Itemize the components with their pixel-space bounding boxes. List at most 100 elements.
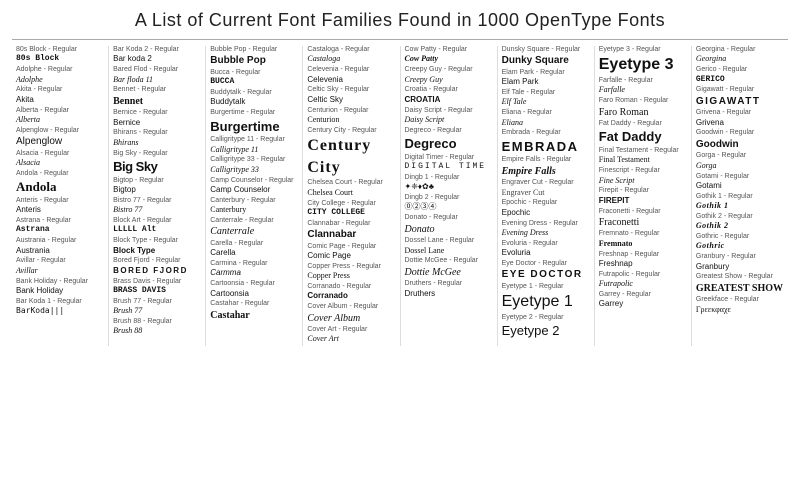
font-display: Empire Falls [502,165,590,179]
font-label: Granbury - Regular [696,253,784,261]
font-display: Brush 77 [113,306,201,317]
font-label: Bennet - Regular [113,86,201,94]
font-entry: Bar Koda 1 - RegularBarKoda||| [16,298,104,317]
font-display: Bar floda 11 [113,75,201,86]
font-label: Futrapolic - Regular [599,271,687,279]
font-display: Akita [16,95,104,106]
font-label: Gotami - Regular [696,173,784,181]
font-display: Celtic Sky [307,95,395,106]
font-display: GERICO [696,75,784,86]
font-entry: Dossel Lane - RegularDossel Lane [405,237,493,256]
font-label: Georgina - Regular [696,46,784,54]
font-label: Eliana - Regular [502,109,590,117]
font-display: Alpenglow [16,135,104,149]
font-label: Dossel Lane - Regular [405,237,493,245]
font-label: Dottie McGee - Regular [405,257,493,265]
font-entry: Degreco - RegularDegreco [405,127,493,153]
font-entry: Akita - RegularAkita [16,86,104,105]
font-label: Evoluria - Regular [502,240,590,248]
font-entry: Farfalle - RegularFarfalle [599,77,687,96]
font-display: Bank Holiday [16,286,104,297]
font-label: Celevenia - Regular [307,66,395,74]
font-label: Cartoonsia - Regular [210,280,298,288]
font-display: Eyetype 2 [502,322,590,340]
font-display: Bernice [113,118,201,129]
font-label: Dingb 2 - Regular [405,194,493,202]
font-entry: Engraver Cut - RegularEngraver Cut [502,179,590,198]
font-display: Burgertime [210,118,298,136]
font-display: LLLLL Alt [113,225,201,236]
font-display: Goodwin [696,138,784,152]
font-entry: Goodwin - RegularGoodwin [696,129,784,151]
font-entry: Georgina - RegularGeorgina [696,46,784,65]
font-entry: 80s Block - Regular80s Block [16,46,104,65]
column-0: 80s Block - Regular80s BlockAdolphe - Re… [12,46,109,346]
font-label: Brush 88 - Regular [113,318,201,326]
font-display: Canterrale [210,225,298,239]
font-display: Castaloga [307,54,395,65]
font-label: Evening Dress - Regular [502,220,590,228]
font-entry: Alsacia - RegularAlsacia [16,150,104,169]
font-display: GREATEST SHOW [696,282,784,296]
font-label: Castaloga - Regular [307,46,395,54]
font-label: Grivena - Regular [696,109,784,117]
font-entry: Grivena - RegularGrivena [696,109,784,128]
font-label: Gothik 2 - Regular [696,213,784,221]
font-entry: Bhirans - RegularBhirans [113,129,201,148]
font-entry: Bank Holiday - RegularBank Holiday [16,278,104,297]
font-entry: Eyetype 3 - RegularEyetype 3 [599,46,687,76]
font-label: Freshnap - Regular [599,251,687,259]
font-label: Gerico - Regular [696,66,784,74]
font-label: Canterrale - Regular [210,217,298,225]
font-display: 80s Block [16,54,104,65]
font-entry: Bernice - RegularBernice [113,109,201,128]
font-entry: Celevenia - RegularCelevenia [307,66,395,85]
font-display: EMBRADA [502,138,590,156]
font-entry: Castaloga - RegularCastaloga [307,46,395,65]
font-entry: Comic Page - RegularComic Page [307,243,395,262]
font-display: Comic Page [307,251,395,262]
font-entry: Chelsea Court - RegularChelsea Court [307,179,395,198]
font-entry: Gothik 1 - RegularGothik 1 [696,193,784,212]
font-entry: Calligritype 11 - RegularCalligritype 11 [210,136,298,155]
font-display: BRASS DAVIS [113,286,201,297]
font-display: Clannabar [307,228,395,242]
font-display: Fremnato [599,239,687,250]
font-entry: Calligritype 33 - RegularCalligritype 33 [210,156,298,175]
font-label: Eyetype 3 - Regular [599,46,687,54]
font-entry: Evoluria - RegularEvoluria [502,240,590,259]
font-entry: Druthers - RegularDruthers [405,280,493,299]
font-entry: Empire Falls - RegularEmpire Falls [502,156,590,178]
font-entry: Evening Dress - RegularEvening Dress [502,220,590,239]
font-label: Elam Park - Regular [502,69,590,77]
font-entry: Castahar - RegularCastahar [210,300,298,322]
font-entry: Final Testament - RegularFinal Testament [599,147,687,166]
font-display: Alsacia [16,158,104,169]
font-entry: Clannabar - RegularClannabar [307,220,395,242]
font-display: Block Type [113,246,201,257]
font-label: Akita - Regular [16,86,104,94]
font-entry: Cartoonsia - RegularCartoonsia [210,280,298,299]
font-label: Bar Koda 2 - Regular [113,46,201,54]
font-display: Bigtop [113,185,201,196]
font-label: Eye Doctor - Regular [502,260,590,268]
font-label: Digital Timer - Regular [405,154,493,162]
font-label: Anteris - Regular [16,197,104,205]
divider [12,39,788,40]
font-display: Canterbury [210,205,298,216]
font-entry: Donato - RegularDonato [405,214,493,236]
font-display: BORED FJORD [113,266,201,277]
font-label: Firepit - Regular [599,187,687,195]
font-label: Corranado - Regular [307,283,395,291]
font-display: Fat Daddy [599,128,687,146]
font-entry: Alberta - RegularAlberta [16,107,104,126]
font-display: Bistro 77 [113,205,201,216]
font-display: Eyetype 3 [599,54,687,76]
font-label: Carella - Regular [210,240,298,248]
font-entry: Camp Counselor - RegularCamp Counselor [210,177,298,196]
font-label: City College - Regular [307,200,395,208]
font-label: Gothric - Regular [696,233,784,241]
column-3: Castaloga - RegularCastalogaCelevenia - … [303,46,400,346]
font-entry: Bubble Pop - RegularBubble Pop [210,46,298,68]
font-label: Elf Tale - Regular [502,89,590,97]
